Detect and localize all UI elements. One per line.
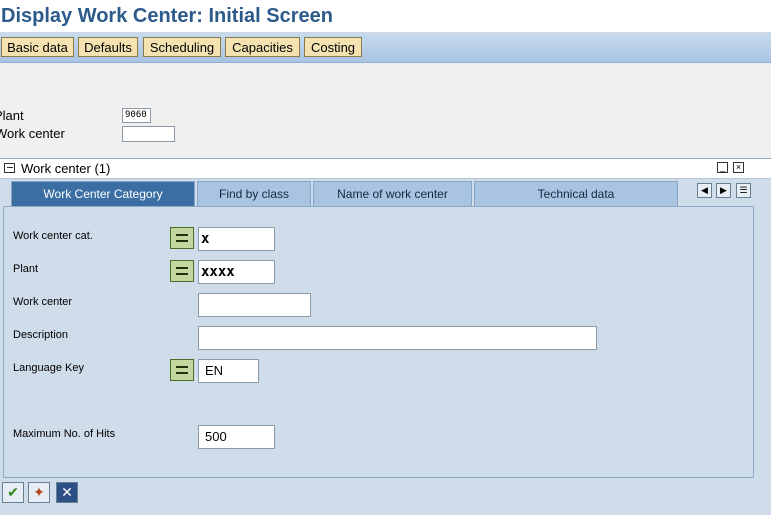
select-options-icon[interactable]	[170, 260, 194, 282]
tab-work-center-category[interactable]: Work Center Category	[11, 181, 195, 206]
tab-name-of-work-center[interactable]: Name of work center	[313, 181, 472, 206]
check-icon[interactable]: ✔	[2, 482, 24, 503]
work-center-cat-label: Work center cat.	[13, 230, 93, 242]
multiple-selection-icon[interactable]: ✦	[28, 482, 50, 503]
plant-input[interactable]: 9060	[122, 108, 151, 123]
defaults-button[interactable]: Defaults	[78, 37, 138, 57]
page-title: Display Work Center: Initial Screen	[1, 5, 333, 27]
work-center-input[interactable]	[122, 126, 175, 142]
costing-button[interactable]: Costing	[304, 37, 362, 57]
capacities-button[interactable]: Capacities	[225, 37, 300, 57]
plant-field-input[interactable]: xxxx	[198, 260, 275, 284]
tab-list-icon[interactable]: ☰	[736, 183, 751, 198]
plant-label: Plant	[0, 108, 24, 123]
basic-data-button[interactable]: Basic data	[1, 37, 74, 57]
description-input[interactable]	[198, 326, 597, 350]
dialog-header: Work center (1) _ ×	[0, 159, 771, 179]
plant-field-label: Plant	[13, 263, 39, 275]
tab-find-by-class[interactable]: Find by class	[197, 181, 311, 206]
minimize-icon[interactable]: _	[717, 162, 728, 173]
dialog-window-icon	[4, 163, 15, 173]
scheduling-button[interactable]: Scheduling	[143, 37, 221, 57]
max-hits-label: Maximum No. of Hits	[13, 428, 116, 440]
work-center-field-label: Work center	[13, 296, 73, 308]
work-center-label: Work center	[0, 126, 65, 141]
language-key-label: Language Key	[13, 362, 84, 374]
work-center-cat-input[interactable]: x	[198, 227, 275, 251]
search-help-dialog: Work center (1) _ × Work Center Category…	[0, 158, 771, 515]
title-bar: Display Work Center: Initial Screen	[0, 0, 771, 33]
application-toolbar: Basic data Defaults Scheduling Capacitie…	[0, 33, 771, 63]
work-center-field-input[interactable]	[198, 293, 311, 317]
cancel-icon[interactable]: ✕	[56, 482, 78, 503]
description-label: Description	[13, 329, 69, 341]
tab-technical-data[interactable]: Technical data	[474, 181, 678, 206]
max-hits-input[interactable]: 500	[198, 425, 275, 449]
tab-panel: Work center cat. x Plant xxxx Work cente…	[3, 206, 754, 478]
scroll-tabs-left-icon[interactable]: ◀	[697, 183, 712, 198]
language-key-input[interactable]: EN	[198, 359, 259, 383]
scroll-tabs-right-icon[interactable]: ▶	[716, 183, 731, 198]
dialog-title: Work center (1)	[21, 161, 111, 176]
select-options-icon[interactable]	[170, 227, 194, 249]
close-icon[interactable]: ×	[733, 162, 744, 173]
select-options-icon[interactable]	[170, 359, 194, 381]
